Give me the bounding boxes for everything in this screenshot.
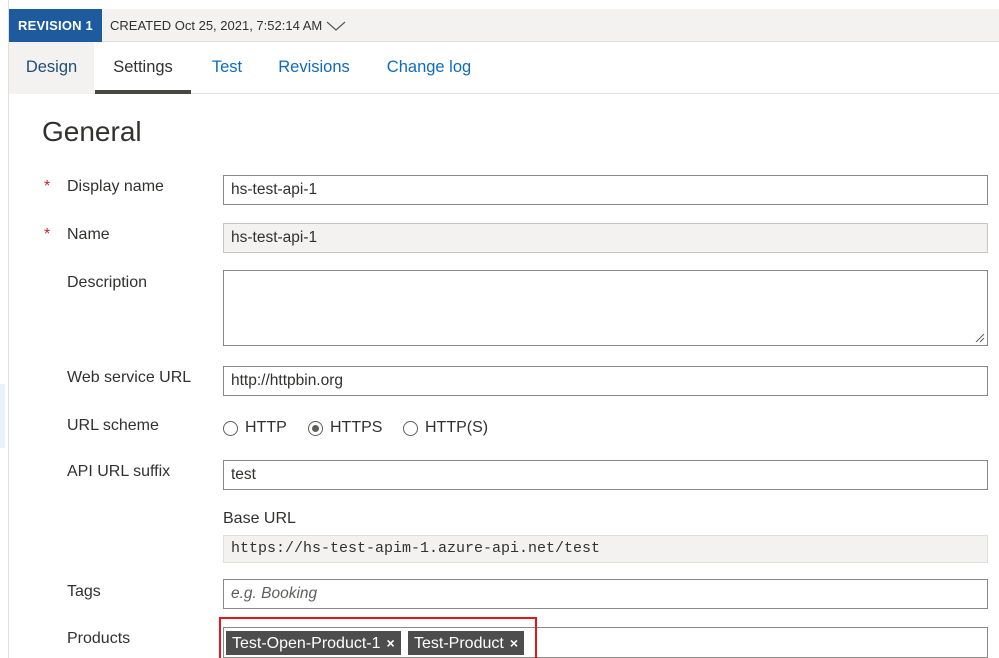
radio-circle-icon (223, 421, 238, 436)
left-panel-accent (0, 384, 5, 448)
products-input[interactable]: Test-Open-Product-1 × Test-Product × (223, 627, 988, 658)
radio-https-label: HTTPS (330, 419, 383, 436)
resize-grip-icon[interactable] (975, 333, 985, 343)
tab-settings[interactable]: Settings (95, 42, 191, 94)
radio-circle-icon (403, 421, 418, 436)
product-chip-label: Test-Open-Product-1 (232, 635, 381, 652)
tags-input[interactable] (223, 579, 988, 609)
created-timestamp: CREATED Oct 25, 2021, 7:52:14 AM (110, 18, 323, 33)
radio-http-label: HTTP (245, 419, 287, 436)
required-marker: * (44, 178, 51, 195)
section-title: General (42, 116, 142, 147)
name-label: Name (67, 226, 110, 243)
product-chip: Test-Product × (408, 631, 524, 655)
products-label: Products (67, 630, 131, 647)
name-input (223, 223, 988, 253)
required-marker: * (44, 226, 51, 243)
tab-test[interactable]: Test (203, 42, 251, 94)
tab-revisions[interactable]: Revisions (271, 42, 357, 94)
close-icon[interactable]: × (387, 635, 395, 651)
web-service-url-label: Web service URL (67, 369, 192, 386)
tab-change-log[interactable]: Change log (379, 42, 479, 94)
description-label: Description (67, 274, 148, 291)
api-url-suffix-label: API URL suffix (67, 463, 171, 480)
description-textarea[interactable] (223, 270, 988, 346)
chevron-down-icon[interactable] (325, 19, 347, 33)
revision-bar: REVISION 1 CREATED Oct 25, 2021, 7:52:14… (9, 9, 999, 42)
base-url-label: Base URL (223, 510, 296, 527)
url-scheme-label: URL scheme (67, 417, 159, 434)
close-icon[interactable]: × (510, 635, 518, 651)
display-name-label: Display name (67, 178, 164, 195)
tags-label: Tags (67, 583, 101, 600)
api-url-suffix-input[interactable] (223, 460, 988, 490)
base-url-value: https://hs-test-apim-1.azure-api.net/tes… (223, 535, 988, 563)
left-panel-edge (0, 0, 9, 658)
product-chip: Test-Open-Product-1 × (226, 631, 401, 655)
tab-design[interactable]: Design (9, 42, 94, 94)
product-chip-label: Test-Product (414, 635, 504, 652)
display-name-input[interactable] (223, 175, 988, 205)
revision-badge: REVISION 1 (9, 9, 102, 42)
tab-bar: Design Settings Test Revisions Change lo… (9, 42, 999, 94)
radio-http-s-label: HTTP(S) (425, 419, 489, 436)
radio-selected-icon (308, 421, 323, 436)
web-service-url-input[interactable] (223, 366, 988, 396)
